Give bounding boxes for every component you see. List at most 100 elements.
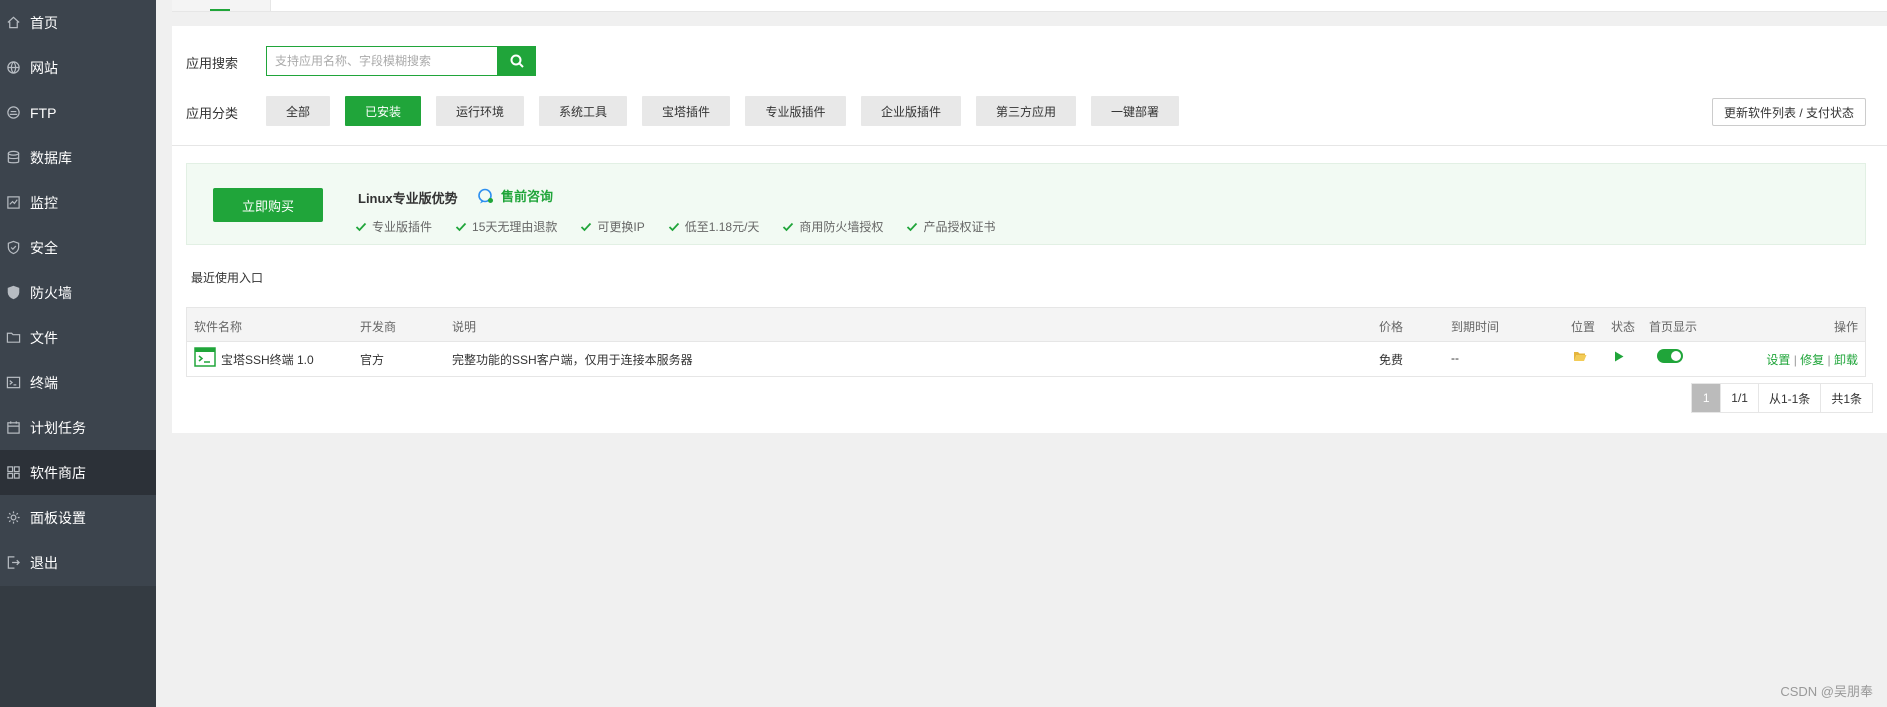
promo-feature-label: 可更换IP bbox=[597, 220, 645, 234]
sidebar-item-software-store[interactable]: 软件商店 bbox=[0, 450, 156, 495]
check-icon bbox=[355, 222, 367, 231]
software-table: 软件名称 开发商 说明 价格 到期时间 位置 状态 首页显示 操作 宝塔SSH终… bbox=[186, 307, 1866, 377]
shield-icon bbox=[5, 240, 21, 256]
repair-link[interactable]: 修复 bbox=[1800, 353, 1824, 367]
category-installed[interactable]: 已安装 bbox=[345, 96, 421, 126]
promo-banner: 立即购买 Linux专业版优势 售前咨询 专业版插件 15天无理由退款 可更换I… bbox=[186, 163, 1866, 245]
sidebar-item-security[interactable]: 安全 bbox=[0, 225, 156, 270]
search-icon bbox=[510, 54, 524, 68]
divider bbox=[172, 145, 1887, 146]
grid-icon bbox=[5, 465, 21, 481]
sidebar-item-database[interactable]: 数据库 bbox=[0, 135, 156, 180]
page-count: 1/1 bbox=[1721, 384, 1759, 412]
tab-indicator bbox=[210, 9, 230, 11]
sidebar: 首页 网站 FTP 数据库 监控 安全 防火墙 文件 终端 计划任务 软件商店 bbox=[0, 0, 156, 707]
category-runtime[interactable]: 运行环境 bbox=[436, 96, 524, 126]
promo-features: 专业版插件 15天无理由退款 可更换IP 低至1.18元/天 商用防火墙授权 产… bbox=[355, 218, 1018, 235]
tab-active[interactable] bbox=[172, 0, 271, 11]
homepage-display-toggle[interactable] bbox=[1657, 349, 1683, 363]
col-status: 状态 bbox=[1611, 320, 1636, 334]
category-enterprise-plugins[interactable]: 企业版插件 bbox=[861, 96, 961, 126]
promo-feature: 专业版插件 bbox=[355, 218, 432, 235]
sidebar-item-monitor[interactable]: 监控 bbox=[0, 180, 156, 225]
sidebar-item-firewall[interactable]: 防火墙 bbox=[0, 270, 156, 315]
sidebar-item-label: 面板设置 bbox=[30, 509, 86, 526]
search-input[interactable] bbox=[266, 46, 497, 76]
app-desc: 完整功能的SSH客户端，仅用于连接本服务器 bbox=[452, 353, 693, 367]
category-pro-plugins[interactable]: 专业版插件 bbox=[745, 96, 846, 126]
globe-icon bbox=[5, 60, 21, 76]
category-one-click-deploy[interactable]: 一键部署 bbox=[1091, 96, 1179, 126]
watermark: CSDN @吴朋奉 bbox=[1780, 684, 1873, 699]
col-ops: 操作 bbox=[1833, 320, 1858, 334]
sidebar-item-label: FTP bbox=[30, 104, 57, 121]
sidebar-item-ftp[interactable]: FTP bbox=[0, 90, 156, 135]
sidebar-item-files[interactable]: 文件 bbox=[0, 315, 156, 360]
sidebar-item-label: 终端 bbox=[30, 374, 58, 391]
sidebar-item-cron[interactable]: 计划任务 bbox=[0, 405, 156, 450]
home-icon bbox=[5, 15, 21, 31]
uninstall-link[interactable]: 卸载 bbox=[1834, 353, 1858, 367]
consult-label: 售前咨询 bbox=[501, 189, 554, 204]
app-price: 免费 bbox=[1379, 353, 1404, 367]
search-button[interactable] bbox=[497, 46, 536, 76]
toggle-knob bbox=[1671, 351, 1681, 361]
sidebar-item-label: 文件 bbox=[30, 329, 58, 346]
sidebar-item-website[interactable]: 网站 bbox=[0, 45, 156, 90]
database-icon bbox=[5, 150, 21, 166]
sidebar-item-home[interactable]: 首页 bbox=[0, 0, 156, 45]
sidebar-item-label: 软件商店 bbox=[30, 464, 86, 481]
category-label: 应用分类 bbox=[186, 106, 239, 121]
sidebar-item-panel-settings[interactable]: 面板设置 bbox=[0, 495, 156, 540]
settings-link[interactable]: 设置 bbox=[1766, 353, 1790, 367]
promo-feature-label: 低至1.18元/天 bbox=[684, 220, 760, 234]
promo-feature-label: 产品授权证书 bbox=[923, 220, 996, 234]
search-bar bbox=[266, 46, 536, 76]
sidebar-item-label: 网站 bbox=[30, 59, 58, 76]
sidebar-item-label: 数据库 bbox=[30, 149, 72, 166]
terminal-app-icon bbox=[194, 347, 216, 367]
col-homepage: 首页显示 bbox=[1649, 320, 1698, 334]
play-icon[interactable] bbox=[1614, 351, 1624, 362]
sidebar-item-label: 计划任务 bbox=[30, 419, 86, 436]
col-price: 价格 bbox=[1379, 320, 1404, 334]
category-all[interactable]: 全部 bbox=[266, 96, 330, 126]
promo-feature-label: 专业版插件 bbox=[372, 220, 433, 234]
category-third-party[interactable]: 第三方应用 bbox=[976, 96, 1076, 126]
page-current[interactable]: 1 bbox=[1692, 384, 1722, 412]
promo-feature: 15天无理由退款 bbox=[455, 218, 557, 235]
col-name: 软件名称 bbox=[194, 320, 243, 334]
app-name[interactable]: 宝塔SSH终端 1.0 bbox=[221, 351, 314, 368]
ftp-icon bbox=[5, 105, 21, 121]
presales-consult-link[interactable]: 售前咨询 bbox=[477, 186, 553, 205]
chat-icon bbox=[478, 188, 493, 203]
col-desc: 说明 bbox=[452, 320, 477, 334]
sidebar-item-label: 首页 bbox=[30, 14, 58, 31]
sidebar-item-terminal[interactable]: 终端 bbox=[0, 360, 156, 405]
folder-open-icon[interactable] bbox=[1573, 350, 1587, 362]
sidebar-item-label: 监控 bbox=[30, 194, 58, 211]
check-icon bbox=[783, 222, 794, 231]
check-icon bbox=[668, 222, 679, 231]
pagination: 1 1/1 从1-1条 共1条 bbox=[1691, 383, 1873, 413]
promo-feature: 低至1.18元/天 bbox=[668, 218, 760, 235]
check-icon bbox=[455, 222, 467, 231]
category-bt-plugins[interactable]: 宝塔插件 bbox=[642, 96, 730, 126]
col-developer: 开发商 bbox=[360, 320, 397, 334]
update-software-list-button[interactable]: 更新软件列表 / 支付状态 bbox=[1712, 98, 1866, 126]
sidebar-item-label: 防火墙 bbox=[30, 284, 72, 301]
check-icon bbox=[581, 222, 592, 231]
folder-icon bbox=[5, 330, 21, 346]
sidebar-item-label: 安全 bbox=[30, 239, 58, 256]
logout-icon bbox=[5, 555, 21, 571]
promo-feature-label: 15天无理由退款 bbox=[472, 220, 558, 234]
buy-now-button[interactable]: 立即购买 bbox=[213, 188, 323, 222]
promo-feature-label: 商用防火墙授权 bbox=[799, 220, 884, 234]
promo-feature: 商用防火墙授权 bbox=[782, 218, 883, 235]
top-tab-strip bbox=[172, 0, 1887, 12]
page-range: 从1-1条 bbox=[1758, 384, 1822, 412]
category-system-tools[interactable]: 系统工具 bbox=[539, 96, 627, 126]
terminal-icon bbox=[5, 375, 21, 391]
sidebar-item-logout[interactable]: 退出 bbox=[0, 540, 156, 585]
app-expire: -- bbox=[1451, 351, 1459, 365]
